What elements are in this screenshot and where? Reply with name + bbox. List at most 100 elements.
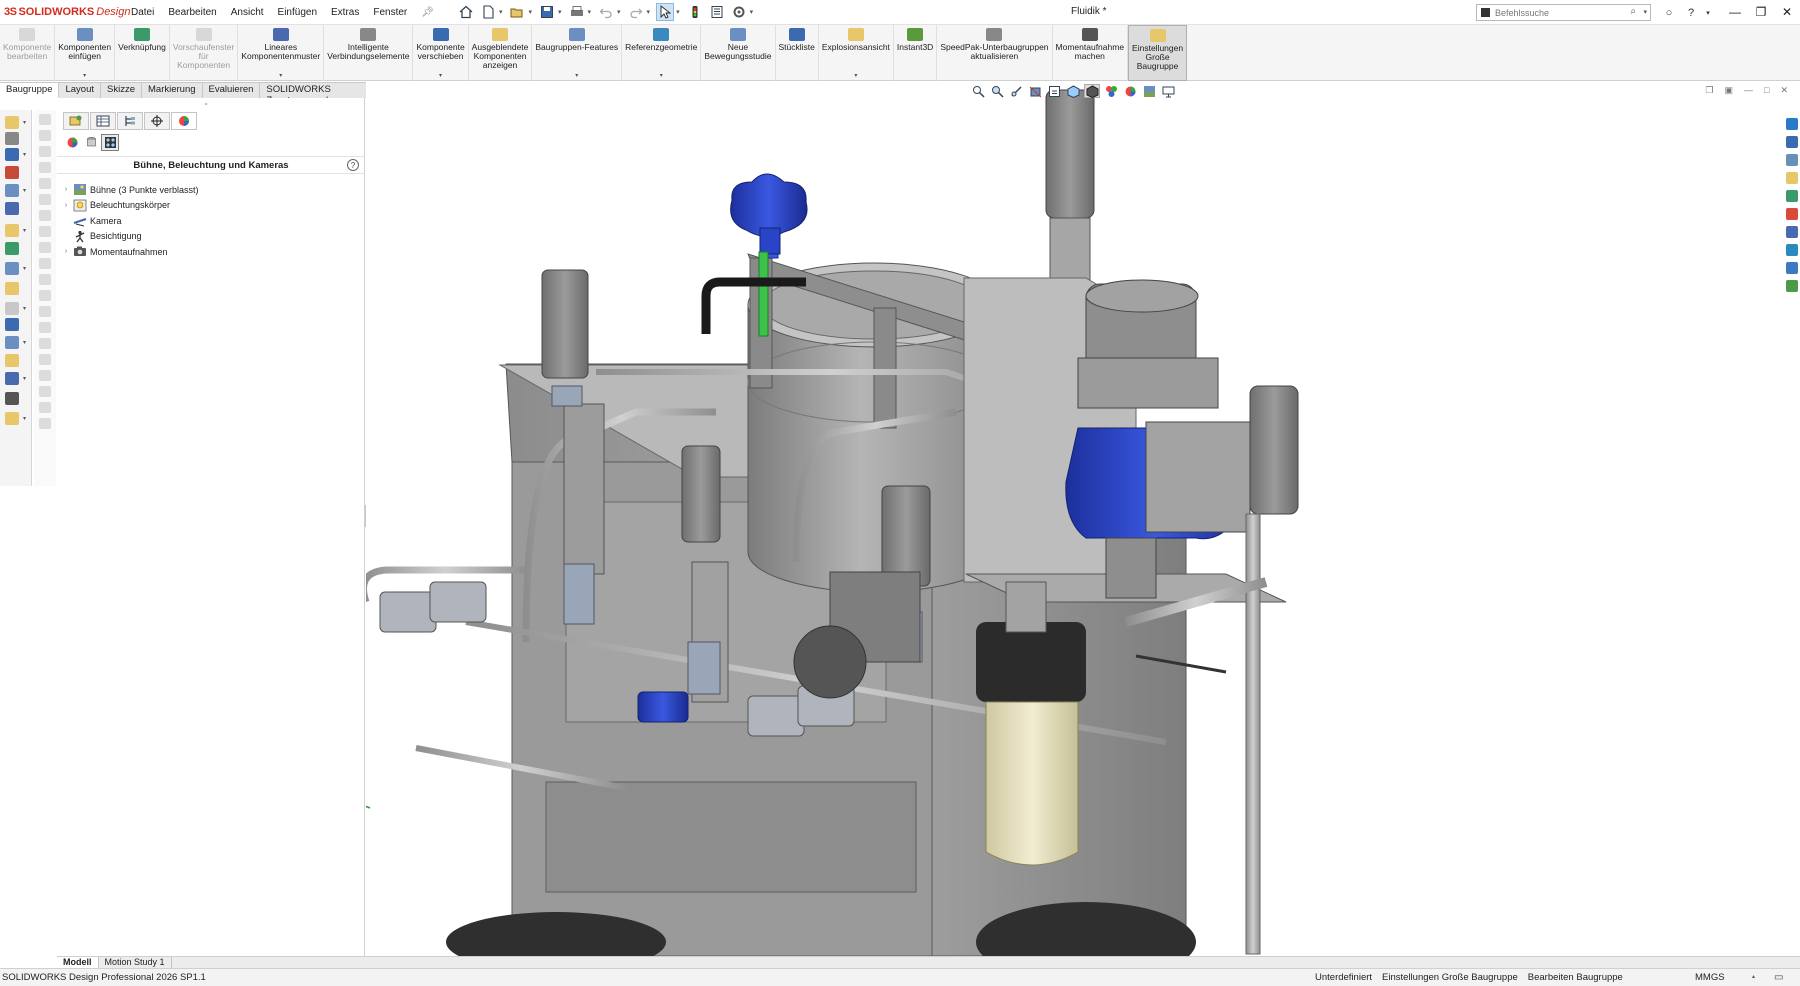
command-search-input[interactable]: Befehlssuche ⌕ ▾ (1476, 4, 1651, 21)
new-dropdown-icon[interactable]: ▾ (499, 8, 503, 16)
viewport-close-icon[interactable]: ✕ (1780, 85, 1788, 96)
view-palette-icon[interactable] (1786, 190, 1798, 202)
select-pointer-icon[interactable] (656, 3, 675, 21)
dynamic-annotation-icon[interactable] (1046, 84, 1062, 98)
scene-lights-cameras-subtab-icon[interactable] (101, 134, 119, 151)
menu-insert[interactable]: Einfügen (271, 7, 324, 18)
edit-appearance-icon[interactable] (1122, 84, 1138, 98)
insert-part-icon[interactable] (5, 166, 19, 179)
section-view-icon[interactable] (1027, 84, 1043, 98)
appearance-tool-icon[interactable] (5, 372, 19, 385)
new-document-icon[interactable] (479, 3, 497, 21)
menu-tools[interactable]: Extras (324, 7, 366, 18)
undo-dropdown-icon[interactable]: ▾ (617, 8, 621, 16)
select-dropdown-icon[interactable]: ▾ (676, 8, 680, 16)
viewport-minimize-icon[interactable]: — (1744, 85, 1753, 96)
cmd-insert-components-button[interactable]: Komponenten einfügen ▾ (55, 25, 116, 81)
cmd-linear-pattern-button[interactable]: Lineares Komponentenmuster ▾ (238, 25, 325, 81)
menu-edit[interactable]: Bearbeiten (161, 7, 223, 18)
undo-icon[interactable] (597, 3, 615, 21)
tab-sketch[interactable]: Skizze (101, 82, 142, 98)
file-explorer-icon[interactable] (1786, 172, 1798, 184)
home-tab-icon[interactable] (1786, 136, 1798, 148)
cmd-exploded-view-button[interactable]: Explosionsansicht ▾ (819, 25, 894, 81)
section-icon[interactable] (5, 282, 19, 295)
panel-help-icon[interactable]: ? (347, 159, 359, 171)
tool-dropdown-icon[interactable]: ▾ (23, 305, 26, 312)
pattern-icon[interactable] (5, 262, 19, 275)
hide-icon[interactable] (5, 302, 19, 315)
menu-file[interactable]: Datei (124, 7, 161, 18)
tab-assembly[interactable]: Baugruppe (0, 82, 60, 98)
cmd-dropdown-icon[interactable]: ▾ (660, 72, 663, 79)
zoom-to-fit-icon[interactable] (970, 84, 986, 98)
redo-icon[interactable] (627, 3, 645, 21)
camera-tool-icon[interactable] (5, 392, 19, 405)
tool-dropdown-icon[interactable]: ▾ (23, 227, 26, 234)
cmd-dropdown-icon[interactable]: ▾ (439, 72, 442, 79)
tab-addins[interactable]: SOLIDWORKS Zusatzanwendungen (260, 82, 380, 106)
explode-icon[interactable] (5, 318, 19, 331)
user-account-icon[interactable]: ○ (1660, 4, 1678, 21)
file-properties-icon[interactable] (708, 3, 726, 21)
graphics-area[interactable]: Z X Y ❐ ▣ — □ ✕ (366, 82, 1794, 956)
options-gear-icon[interactable] (730, 3, 748, 21)
attach-icon[interactable] (5, 132, 19, 145)
cmd-show-hidden-button[interactable]: Ausgeblendete Komponenten anzeigen (469, 25, 533, 81)
save-dropdown-icon[interactable]: ▾ (558, 8, 562, 16)
help-icon[interactable]: ? (1682, 4, 1700, 21)
measure-icon[interactable] (5, 412, 19, 425)
menu-view[interactable]: Ansicht (224, 7, 271, 18)
pin-menu-icon[interactable]: 📌︎ (414, 7, 441, 18)
minimize-icon[interactable]: — (1722, 0, 1748, 24)
fluidik-assembly-model[interactable] (366, 82, 1794, 956)
cmd-move-component-button[interactable]: Komponente verschieben ▾ (413, 25, 469, 81)
smart-dimension-icon[interactable] (5, 116, 19, 129)
cmd-assembly-features-button[interactable]: Baugruppen-Features ▾ (532, 25, 623, 81)
close-icon[interactable]: ✕ (1774, 0, 1800, 24)
featuremanager-tab-icon[interactable] (63, 112, 89, 130)
cmd-instant3d-button[interactable]: Instant3D (894, 25, 938, 81)
help-dropdown-icon[interactable]: ▾ (1704, 4, 1712, 21)
tree-item-snapshots[interactable]: › Momentaufnahmen (61, 244, 199, 260)
displaymanager-tab-icon[interactable] (171, 112, 197, 130)
expand-arrow-icon[interactable]: › (61, 186, 71, 193)
tool-dropdown-icon[interactable]: ▾ (23, 375, 26, 382)
dimxpert-tab-icon[interactable] (144, 112, 170, 130)
tool-dropdown-icon[interactable]: ▾ (23, 415, 26, 422)
decals-subtab-icon[interactable] (82, 134, 100, 151)
tab-evaluate[interactable]: Evaluieren (202, 82, 261, 98)
expand-arrow-icon[interactable]: › (61, 248, 71, 255)
tab-layout[interactable]: Layout (59, 82, 102, 98)
features-icon[interactable] (5, 224, 19, 237)
reference-icon[interactable] (5, 242, 19, 255)
rotate-tool-icon[interactable] (5, 202, 19, 215)
units-dropdown-icon[interactable]: ▴ (1752, 973, 1755, 980)
display-style-icon[interactable] (1084, 84, 1100, 98)
mate-tool-icon[interactable] (5, 148, 19, 161)
viewport-maximize-icon[interactable]: □ (1764, 85, 1769, 96)
forum-icon[interactable] (1786, 244, 1798, 256)
configurationmanager-tab-icon[interactable] (117, 112, 143, 130)
solidworks-logo[interactable]: 3S SOLIDWORKS Design (0, 6, 131, 18)
tool-dropdown-icon[interactable]: ▾ (23, 119, 26, 126)
print-icon[interactable] (568, 3, 586, 21)
print-dropdown-icon[interactable]: ▾ (588, 8, 592, 16)
tree-item-scene[interactable]: › Bühne (3 Punkte verblasst) (61, 182, 199, 198)
restore-icon[interactable]: ❐ (1748, 0, 1774, 24)
cmd-dropdown-icon[interactable]: ▾ (279, 72, 282, 79)
viewport-restore-icon[interactable]: ❐ (1705, 85, 1713, 96)
panel-collapse-handle[interactable]: ∘ (204, 100, 208, 108)
tool-dropdown-icon[interactable]: ▾ (23, 339, 26, 346)
apply-scene-icon[interactable] (1141, 84, 1157, 98)
cmd-bom-button[interactable]: Stückliste (776, 25, 819, 81)
appearances-tab-icon[interactable] (1786, 208, 1798, 220)
cmd-smart-fasteners-button[interactable]: Intelligente Verbindungselemente (324, 25, 414, 81)
cmd-dropdown-icon[interactable]: ▾ (83, 72, 86, 79)
view-settings-icon[interactable] (1160, 84, 1176, 98)
home-icon[interactable] (457, 3, 475, 21)
cmd-reference-geometry-button[interactable]: Referenzgeometrie ▾ (622, 25, 702, 81)
design-library-icon[interactable] (1786, 154, 1798, 166)
tree-item-lights[interactable]: › Beleuchtungskörper (61, 198, 199, 214)
tool-dropdown-icon[interactable]: ▾ (23, 187, 26, 194)
